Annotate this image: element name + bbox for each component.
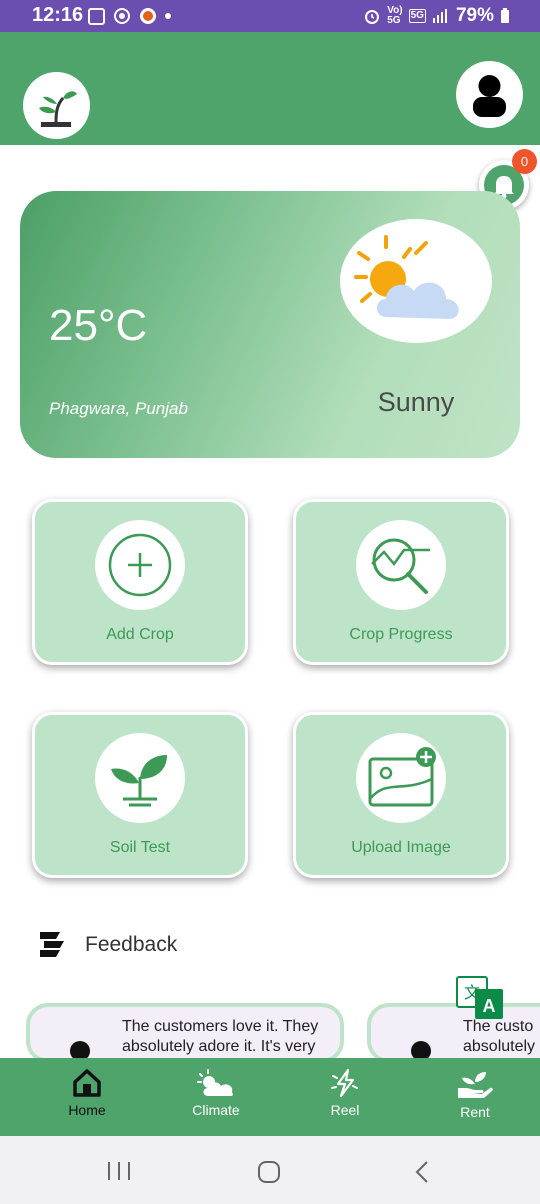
- hand-plant-icon: [458, 1072, 493, 1098]
- app-logo[interactable]: [23, 72, 90, 139]
- status-system-icons: Vo) 5G 5G 79%: [363, 5, 510, 27]
- location: Phagwara, Punjab: [49, 399, 188, 418]
- nav-climate-label: Climate: [192, 1102, 240, 1118]
- lightning-icon: [331, 1068, 358, 1098]
- upload-image-icon-circle: [356, 733, 446, 823]
- add-crop-tile[interactable]: Add Crop: [32, 499, 248, 665]
- soil-test-icon-circle: [95, 733, 185, 823]
- app-header: [0, 32, 540, 145]
- gallery-icon: [88, 7, 105, 25]
- more-notifications-dot: [165, 13, 171, 19]
- svg-text:A: A: [483, 996, 496, 1016]
- home-icon: [73, 1069, 101, 1097]
- weather-condition: Sunny: [377, 387, 455, 417]
- weather-icon-circle: [340, 219, 492, 343]
- plant-sprout-icon: [39, 91, 77, 127]
- translate-icon[interactable]: 文 A: [455, 975, 505, 1021]
- feedback-icon: [40, 932, 64, 957]
- crop-progress-icon-circle: [356, 520, 446, 610]
- user-icon: [473, 75, 506, 117]
- notification-count-badge: 0: [512, 149, 537, 174]
- home-nav-icon[interactable]: [257, 1160, 283, 1184]
- network-type-badge: 5G: [408, 9, 426, 23]
- status-notification-icons: [88, 7, 171, 25]
- nav-rent-label: Rent: [460, 1104, 490, 1120]
- soil-test-tile[interactable]: Soil Test: [32, 712, 248, 878]
- sun-behind-cloud-icon: [354, 235, 459, 319]
- add-crop-icon-circle: [95, 520, 185, 610]
- weather-card[interactable]: 25°C Phagwara, Punjab Sunny: [20, 191, 520, 458]
- battery-icon: [501, 8, 509, 23]
- nav-climate[interactable]: Climate: [176, 1068, 256, 1118]
- sprout-icon: [111, 755, 167, 807]
- feedback-text: The custo absolutely: [463, 1018, 536, 1055]
- soil-test-label: Soil Test: [109, 839, 171, 856]
- plus-circle-icon: [108, 533, 172, 597]
- nav-rent[interactable]: Rent: [435, 1068, 515, 1120]
- temperature: 25°C: [49, 301, 148, 350]
- app-notification-icon: [114, 8, 130, 24]
- feedback-card[interactable]: The custo absolutely: [367, 1003, 540, 1063]
- profile-button[interactable]: [456, 61, 523, 128]
- back-icon[interactable]: [412, 1160, 432, 1184]
- upload-image-label: Upload Image: [351, 839, 451, 856]
- feedback-card[interactable]: The customers love it. They absolutely a…: [26, 1003, 344, 1063]
- alarm-icon: [365, 10, 380, 24]
- status-bar: 12:16 Vo) 5G 5G 79%: [0, 0, 540, 32]
- add-crop-label: Add Crop: [106, 626, 174, 643]
- upload-image-tile[interactable]: Upload Image: [293, 712, 509, 878]
- app-screen: 12:16 Vo) 5G 5G 79% 0 25°C Phagwara, Pun…: [0, 0, 540, 1204]
- battery-percent: 79%: [455, 5, 494, 26]
- chart-magnifier-icon: [371, 538, 430, 594]
- crop-progress-label: Crop Progress: [349, 626, 453, 643]
- sun-cloud-icon: [197, 1069, 233, 1096]
- crop-progress-tile[interactable]: Crop Progress: [293, 499, 509, 665]
- nav-reel-label: Reel: [330, 1102, 360, 1118]
- nav-home-label: Home: [68, 1102, 106, 1118]
- recent-apps-icon[interactable]: [106, 1160, 132, 1182]
- volte-indicator: Vo) 5G: [387, 5, 403, 26]
- feedback-text: The customers love it. They absolutely a…: [122, 1018, 319, 1055]
- add-image-icon: [368, 747, 436, 807]
- status-time: 12:16: [32, 4, 84, 26]
- signal-icon: [432, 9, 447, 23]
- nav-home[interactable]: Home: [47, 1068, 127, 1118]
- feedback-title: Feedback: [85, 933, 178, 956]
- system-navigation-bar: [0, 1136, 540, 1204]
- bottom-navigation: Home Climate Reel Rent: [0, 1058, 540, 1136]
- nav-reel[interactable]: Reel: [305, 1068, 385, 1118]
- browser-icon: [140, 8, 156, 24]
